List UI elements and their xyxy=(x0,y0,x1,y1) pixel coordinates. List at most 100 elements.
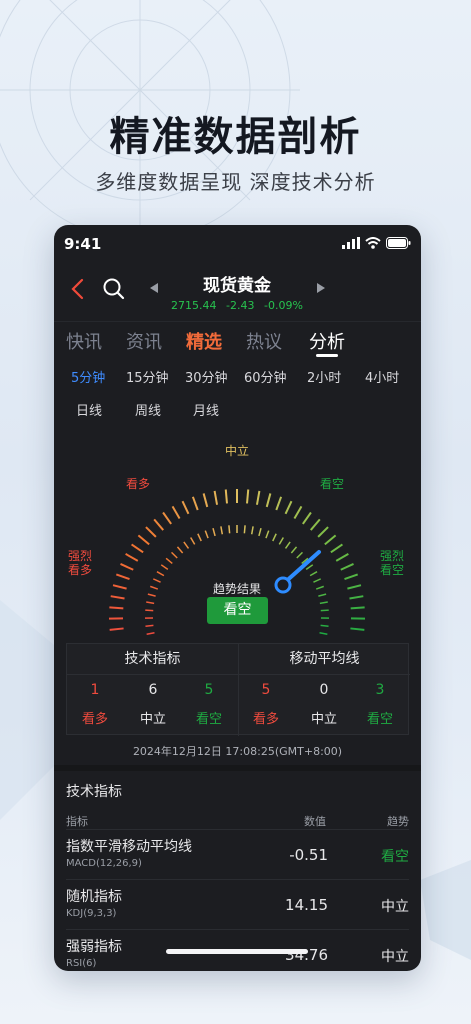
gauge-tick xyxy=(250,526,254,535)
quote-price: 2715.44 xyxy=(171,299,217,312)
gauge-tick xyxy=(120,563,134,571)
quote-change: -2.43 xyxy=(226,299,255,312)
period-4h[interactable]: 4小时 xyxy=(365,367,399,386)
gauge-tick xyxy=(310,518,321,531)
gauge-tick xyxy=(324,534,337,546)
instrument-title: 现货黄金 xyxy=(203,276,271,296)
gauge-tick xyxy=(243,525,246,534)
gauge-tick xyxy=(265,493,272,508)
gauge-tick xyxy=(220,526,224,535)
gauge-tick xyxy=(183,541,190,549)
gauge-tick xyxy=(204,530,209,539)
phone-screen: 9:41 现货黄金 2715.44 -2.43 -0.09% 快讯 资讯 精选 … xyxy=(54,225,421,971)
gauge-tick xyxy=(302,511,312,525)
indicator-table-title: 技术指标 xyxy=(66,784,122,800)
gauge-label-sell: 看空 xyxy=(320,477,345,491)
instrument-quote: 2715.44 -2.43 -0.09% xyxy=(154,299,320,312)
indicator-name: 指数平滑移动平均线 xyxy=(66,839,192,855)
indicator-name: 随机指标 xyxy=(66,889,122,905)
tech-buy-label: 看多 xyxy=(81,712,108,727)
gauge-tick xyxy=(160,564,169,570)
gauge-tick xyxy=(255,490,261,505)
gauge-tick xyxy=(156,571,165,577)
indicator-trend: 中立 xyxy=(381,949,409,965)
status-icons xyxy=(342,237,411,249)
status-bar: 9:41 xyxy=(54,225,421,261)
home-indicator[interactable] xyxy=(166,949,308,954)
next-instrument-icon[interactable] xyxy=(315,281,327,295)
summary-technical-title: 技术指标 xyxy=(124,651,181,667)
gauge-tick xyxy=(315,585,325,590)
ma-neutral-count: 0 xyxy=(319,682,329,698)
period-30m[interactable]: 30分钟 xyxy=(185,367,228,386)
tab-featured[interactable]: 精选 xyxy=(186,328,222,354)
gauge-tick xyxy=(145,609,154,612)
gauge-label-strong-buy-2: 看多 xyxy=(68,563,93,577)
gauge-tick xyxy=(284,541,291,549)
gauge-tick xyxy=(145,624,154,627)
gauge-tick xyxy=(125,553,139,562)
search-icon[interactable] xyxy=(102,277,126,301)
summary-divider xyxy=(67,674,410,675)
wifi-icon xyxy=(365,237,381,249)
indicator-trend: 中立 xyxy=(381,899,409,915)
active-tab-indicator xyxy=(316,354,338,357)
header-name: 指标 xyxy=(66,815,88,828)
period-month[interactable]: 月线 xyxy=(193,400,219,419)
tech-neutral-count: 6 xyxy=(148,682,158,698)
period-day[interactable]: 日线 xyxy=(76,400,102,419)
gauge-tick xyxy=(275,496,283,511)
gauge-tick xyxy=(293,505,303,520)
indicator-param: KDJ(9,3,3) xyxy=(66,908,117,919)
signal-icon xyxy=(342,237,360,249)
tech-buy-count: 1 xyxy=(90,682,100,698)
update-timestamp: 2024年12月12日 17:08:25(GMT+8:00) xyxy=(132,745,343,758)
subheadline: 多维度数据呈现 深度技术分析 xyxy=(95,170,376,194)
gauge-tick xyxy=(131,543,144,554)
gauge-tick xyxy=(181,500,190,515)
gauge-tick xyxy=(149,585,159,590)
status-time: 9:41 xyxy=(64,235,102,253)
period-60m[interactable]: 60分钟 xyxy=(244,367,287,386)
gauge-tick xyxy=(145,526,157,538)
tech-sell-count: 5 xyxy=(204,682,214,698)
tab-analysis[interactable]: 分析 xyxy=(309,328,345,354)
gauge-tick xyxy=(290,546,298,554)
gauge-tick xyxy=(171,551,178,559)
gauge-tick xyxy=(146,632,155,635)
ma-sell-count: 3 xyxy=(375,682,385,698)
gauge-tick xyxy=(344,573,359,581)
indicator-param: RSI(6) xyxy=(66,958,97,969)
gauge-tick xyxy=(165,557,173,565)
gauge-tick xyxy=(197,533,202,542)
period-15m[interactable]: 15分钟 xyxy=(126,367,169,386)
prev-instrument-icon[interactable] xyxy=(148,281,160,295)
gauge-tick xyxy=(313,578,322,583)
gauge-tick xyxy=(319,632,328,635)
gauge-tick xyxy=(309,571,318,577)
gauge-tick xyxy=(317,526,329,538)
tab-hot[interactable]: 热议 xyxy=(246,328,282,354)
period-2h[interactable]: 2小时 xyxy=(307,367,341,386)
table-row[interactable]: 随机指标 KDJ(9,3,3) 14.15 中立 xyxy=(66,879,409,929)
tab-flash[interactable]: 快讯 xyxy=(66,328,102,354)
gauge-tick xyxy=(171,505,181,520)
gauge-tick xyxy=(272,533,277,542)
gauge-tick xyxy=(224,489,228,504)
gauge-tick xyxy=(109,606,124,610)
gauge-tick xyxy=(318,593,327,597)
gauge-tick xyxy=(176,546,184,554)
period-week[interactable]: 周线 xyxy=(135,400,161,419)
gauge-tick xyxy=(330,543,343,554)
gauge-label-strong-sell-2: 看空 xyxy=(380,563,405,577)
gauge-tick xyxy=(258,527,262,537)
period-5m[interactable]: 5分钟 xyxy=(71,367,105,386)
gauge-tick xyxy=(115,573,130,581)
indicator-value: 14.15 xyxy=(285,896,328,914)
tab-news[interactable]: 资讯 xyxy=(126,328,162,354)
chevron-left-icon[interactable] xyxy=(68,277,88,301)
table-row[interactable]: 指数平滑移动平均线 MACD(12,26,9) -0.51 看空 xyxy=(66,829,409,879)
tech-neutral-label: 中立 xyxy=(139,712,166,727)
gauge-tick xyxy=(110,595,125,600)
ma-sell-label: 看空 xyxy=(366,712,393,727)
